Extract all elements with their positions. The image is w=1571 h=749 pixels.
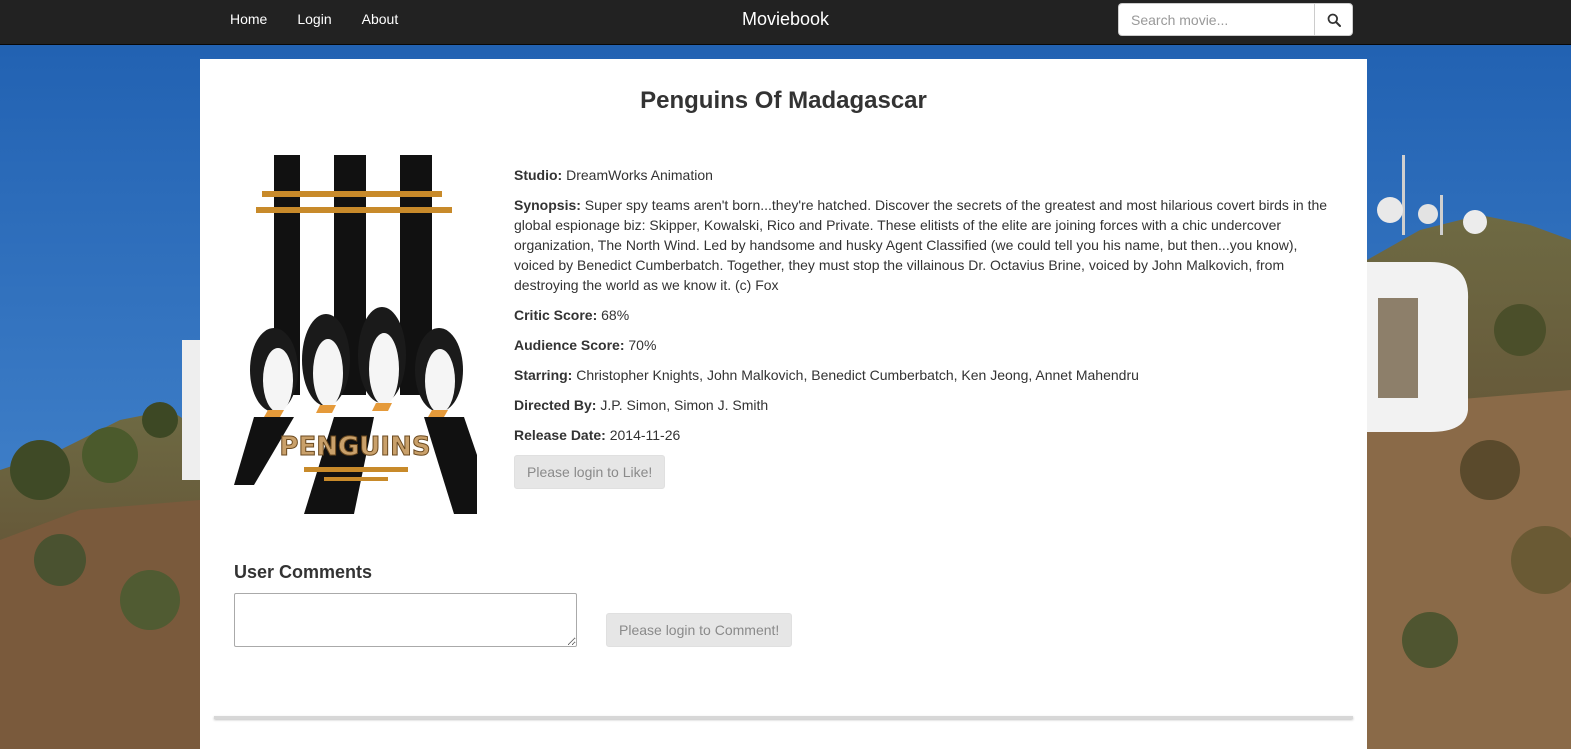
directed-by-value: J.P. Simon, Simon J. Smith <box>600 397 769 413</box>
critic-score-row: Critic Score: 68% <box>514 305 1334 325</box>
movie-poster: PENGUINS <box>234 155 477 514</box>
nav-about-link[interactable]: About <box>347 0 414 38</box>
release-date-value: 2014-11-26 <box>609 427 681 443</box>
search-group <box>1118 3 1353 36</box>
starring-label: Starring: <box>514 367 573 383</box>
critic-score-value: 68% <box>601 307 630 323</box>
directed-by-row: Directed By: J.P. Simon, Simon J. Smith <box>514 395 1334 415</box>
starring-row: Starring: Christopher Knights, John Malk… <box>514 365 1334 385</box>
audience-score-label: Audience Score: <box>514 337 625 353</box>
synopsis-value: Super spy teams aren't born...they're ha… <box>514 197 1328 293</box>
audience-score-value: 70% <box>628 337 657 353</box>
navbar: Home Login About Moviebook <box>0 0 1571 45</box>
release-date-row: Release Date: 2014-11-26 <box>514 425 1334 445</box>
divider <box>214 716 1353 719</box>
search-button[interactable] <box>1314 3 1353 36</box>
nav-home-link[interactable]: Home <box>215 0 282 38</box>
critic-score-label: Critic Score: <box>514 307 598 323</box>
like-button[interactable]: Please login to Like! <box>514 455 666 489</box>
studio-label: Studio: <box>514 167 563 183</box>
movie-panel: Penguins Of Madagascar PENGUINS Studio: … <box>200 59 1367 749</box>
audience-score-row: Audience Score: 70% <box>514 335 1334 355</box>
movie-details: Studio: DreamWorks Animation Synopsis: S… <box>514 165 1334 489</box>
synopsis-row: Synopsis: Super spy teams aren't born...… <box>514 195 1334 295</box>
studio-value: DreamWorks Animation <box>566 167 713 183</box>
nav-links: Home Login About <box>215 0 413 45</box>
comment-textarea[interactable] <box>234 593 577 647</box>
search-input[interactable] <box>1118 3 1314 36</box>
starring-value: Christopher Knights, John Malkovich, Ben… <box>576 367 1139 383</box>
brand-title[interactable]: Moviebook <box>742 9 829 29</box>
nav-login-link[interactable]: Login <box>282 0 346 38</box>
synopsis-label: Synopsis: <box>514 197 581 213</box>
movie-title: Penguins Of Madagascar <box>640 87 927 114</box>
comment-button[interactable]: Please login to Comment! <box>606 613 793 647</box>
poster-title: PENGUINS <box>279 432 430 462</box>
studio-row: Studio: DreamWorks Animation <box>514 165 1334 185</box>
directed-by-label: Directed By: <box>514 397 597 413</box>
release-date-label: Release Date: <box>514 427 606 443</box>
comments-heading: User Comments <box>234 562 373 582</box>
search-icon <box>1327 13 1341 27</box>
